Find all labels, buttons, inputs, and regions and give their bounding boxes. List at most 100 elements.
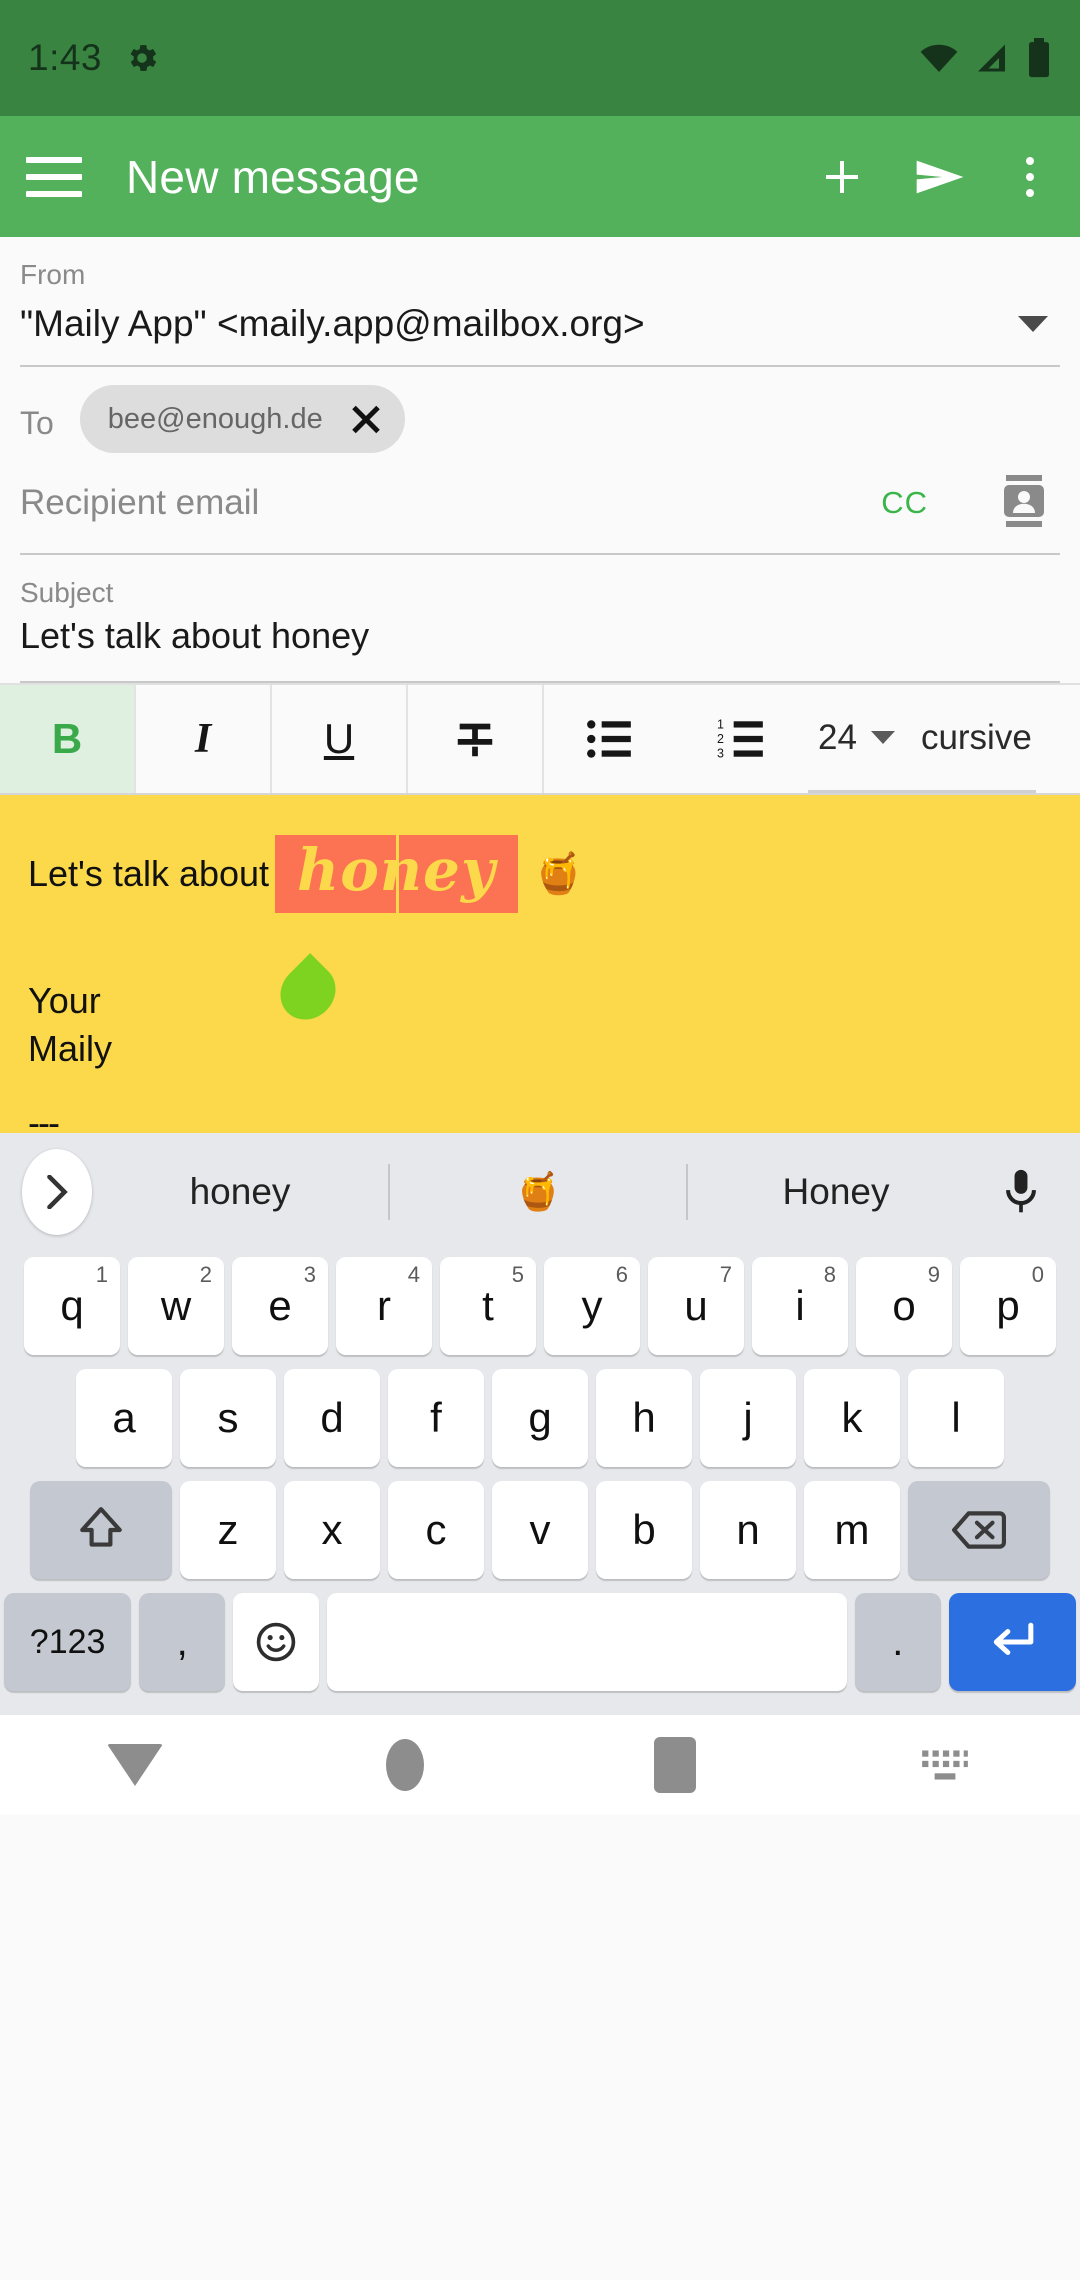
key-num: 1: [95, 1262, 108, 1287]
system-navigation-bar: [0, 1715, 1080, 1815]
svg-text:1: 1: [717, 718, 724, 732]
hide-keyboard-button[interactable]: [0, 1744, 270, 1786]
strikethrough-icon: [457, 723, 493, 757]
subject-label: Subject: [20, 577, 114, 608]
recipient-chip[interactable]: bee@enough.de: [79, 385, 405, 453]
key-e[interactable]: 3e: [232, 1257, 328, 1355]
font-family-dropdown[interactable]: cursive: [921, 718, 1032, 758]
strikethrough-button[interactable]: [408, 685, 544, 793]
key-label: u: [684, 1282, 708, 1329]
signature-line-1: Your: [28, 979, 101, 1021]
key-u[interactable]: 7u: [648, 1257, 744, 1355]
key-m[interactable]: m: [804, 1481, 900, 1579]
symbols-key[interactable]: ?123: [4, 1593, 132, 1691]
key-x[interactable]: x: [284, 1481, 380, 1579]
message-body[interactable]: Let's talk about honey 🍯 Your Maily ---: [0, 795, 1080, 1133]
key-g[interactable]: g: [492, 1369, 588, 1467]
numbered-list-icon: 1 2 3: [717, 718, 763, 761]
key-q[interactable]: 1q: [24, 1257, 120, 1355]
close-icon[interactable]: [349, 402, 383, 436]
key-k[interactable]: k: [804, 1369, 900, 1467]
keyboard-switcher-icon: [922, 1750, 968, 1780]
keyboard-row-4: ?123 , .: [4, 1593, 1076, 1691]
home-button[interactable]: [270, 1739, 540, 1791]
key-label: p: [996, 1282, 1020, 1329]
key-z[interactable]: z: [180, 1481, 276, 1579]
svg-text:3: 3: [717, 747, 724, 761]
italic-button[interactable]: I: [136, 685, 272, 793]
space-key[interactable]: [327, 1593, 847, 1691]
key-s[interactable]: s: [180, 1369, 276, 1467]
key-t[interactable]: 5t: [440, 1257, 536, 1355]
recipient-input-row[interactable]: Recipient email CC: [20, 453, 1060, 553]
key-d[interactable]: d: [284, 1369, 380, 1467]
suggestion-2[interactable]: 🍯: [390, 1171, 686, 1214]
suggestion-3[interactable]: Honey: [688, 1171, 984, 1213]
key-r[interactable]: 4r: [336, 1257, 432, 1355]
cellular-signal-icon: [978, 44, 1005, 72]
key-h[interactable]: h: [596, 1369, 692, 1467]
from-value: "Maily App" <maily.app@mailbox.org>: [20, 303, 645, 344]
status-icons: [918, 38, 1052, 78]
page-title: New message: [126, 150, 420, 203]
key-j[interactable]: j: [700, 1369, 796, 1467]
key-num: 9: [927, 1262, 940, 1287]
key-num: 4: [407, 1262, 420, 1287]
key-num: 8: [823, 1262, 836, 1287]
keyboard-row-3: z x c v b n m: [4, 1481, 1076, 1579]
emoji-key[interactable]: [233, 1593, 320, 1691]
key-y[interactable]: 6y: [544, 1257, 640, 1355]
selected-word[interactable]: honey: [275, 835, 518, 913]
key-o[interactable]: 9o: [856, 1257, 952, 1355]
recents-icon: [654, 1737, 696, 1793]
key-p[interactable]: 0p: [960, 1257, 1056, 1355]
key-w[interactable]: 2w: [128, 1257, 224, 1355]
enter-key[interactable]: [948, 1593, 1076, 1691]
send-icon[interactable]: [912, 153, 968, 201]
microphone-icon[interactable]: [984, 1168, 1058, 1216]
chevron-down-icon[interactable]: [1018, 316, 1048, 332]
to-label: To: [20, 405, 54, 441]
chevron-right-icon[interactable]: [22, 1149, 92, 1235]
keyboard-switch-button[interactable]: [810, 1743, 1080, 1787]
period-key[interactable]: .: [854, 1593, 941, 1691]
keyboard-row-2: a s d f g h j k l: [4, 1369, 1076, 1467]
shift-key[interactable]: [30, 1481, 172, 1579]
recents-button[interactable]: [540, 1737, 810, 1793]
recipient-input[interactable]: Recipient email: [20, 483, 259, 523]
suggestion-1[interactable]: honey: [92, 1171, 388, 1213]
backspace-key[interactable]: [908, 1481, 1050, 1579]
bullet-list-button[interactable]: [544, 685, 676, 793]
comma-key[interactable]: ,: [139, 1593, 226, 1691]
key-c[interactable]: c: [388, 1481, 484, 1579]
from-field[interactable]: "Maily App" <maily.app@mailbox.org>: [20, 291, 1060, 365]
font-size-dropdown[interactable]: 24: [818, 718, 895, 758]
key-n[interactable]: n: [700, 1481, 796, 1579]
bold-button[interactable]: B: [0, 685, 136, 793]
phone-screen: 1:43 New message From "Maily App" <maily…: [0, 0, 1080, 2280]
keyboard-row-1: 1q 2w 3e 4r 5t 6y 7u 8i 9o 0p: [4, 1257, 1076, 1355]
hamburger-menu-icon[interactable]: [26, 156, 82, 197]
key-l[interactable]: l: [908, 1369, 1004, 1467]
bold-label: B: [51, 715, 83, 762]
body-line-1: Let's talk about honey 🍯: [28, 835, 1052, 913]
contact-card-icon[interactable]: [1000, 473, 1048, 534]
key-v[interactable]: v: [492, 1481, 588, 1579]
svg-text:2: 2: [717, 732, 724, 746]
more-vertical-icon[interactable]: [1014, 156, 1046, 197]
key-f[interactable]: f: [388, 1369, 484, 1467]
key-a[interactable]: a: [76, 1369, 172, 1467]
key-b[interactable]: b: [596, 1481, 692, 1579]
key-label: o: [892, 1282, 916, 1329]
suggestion-strip: honey 🍯 Honey: [0, 1133, 1080, 1251]
cc-button[interactable]: CC: [881, 485, 928, 521]
key-label: t: [482, 1282, 494, 1329]
numbered-list-button[interactable]: 1 2 3: [676, 685, 808, 793]
key-i[interactable]: 8i: [752, 1257, 848, 1355]
to-field: To bee@enough.de: [20, 367, 1060, 453]
underline-button[interactable]: U: [272, 685, 408, 793]
plus-icon[interactable]: [818, 153, 866, 201]
subject-input[interactable]: Let's talk about honey: [20, 609, 1060, 681]
key-label: r: [377, 1282, 391, 1329]
body-text-prefix: Let's talk about: [28, 853, 270, 895]
